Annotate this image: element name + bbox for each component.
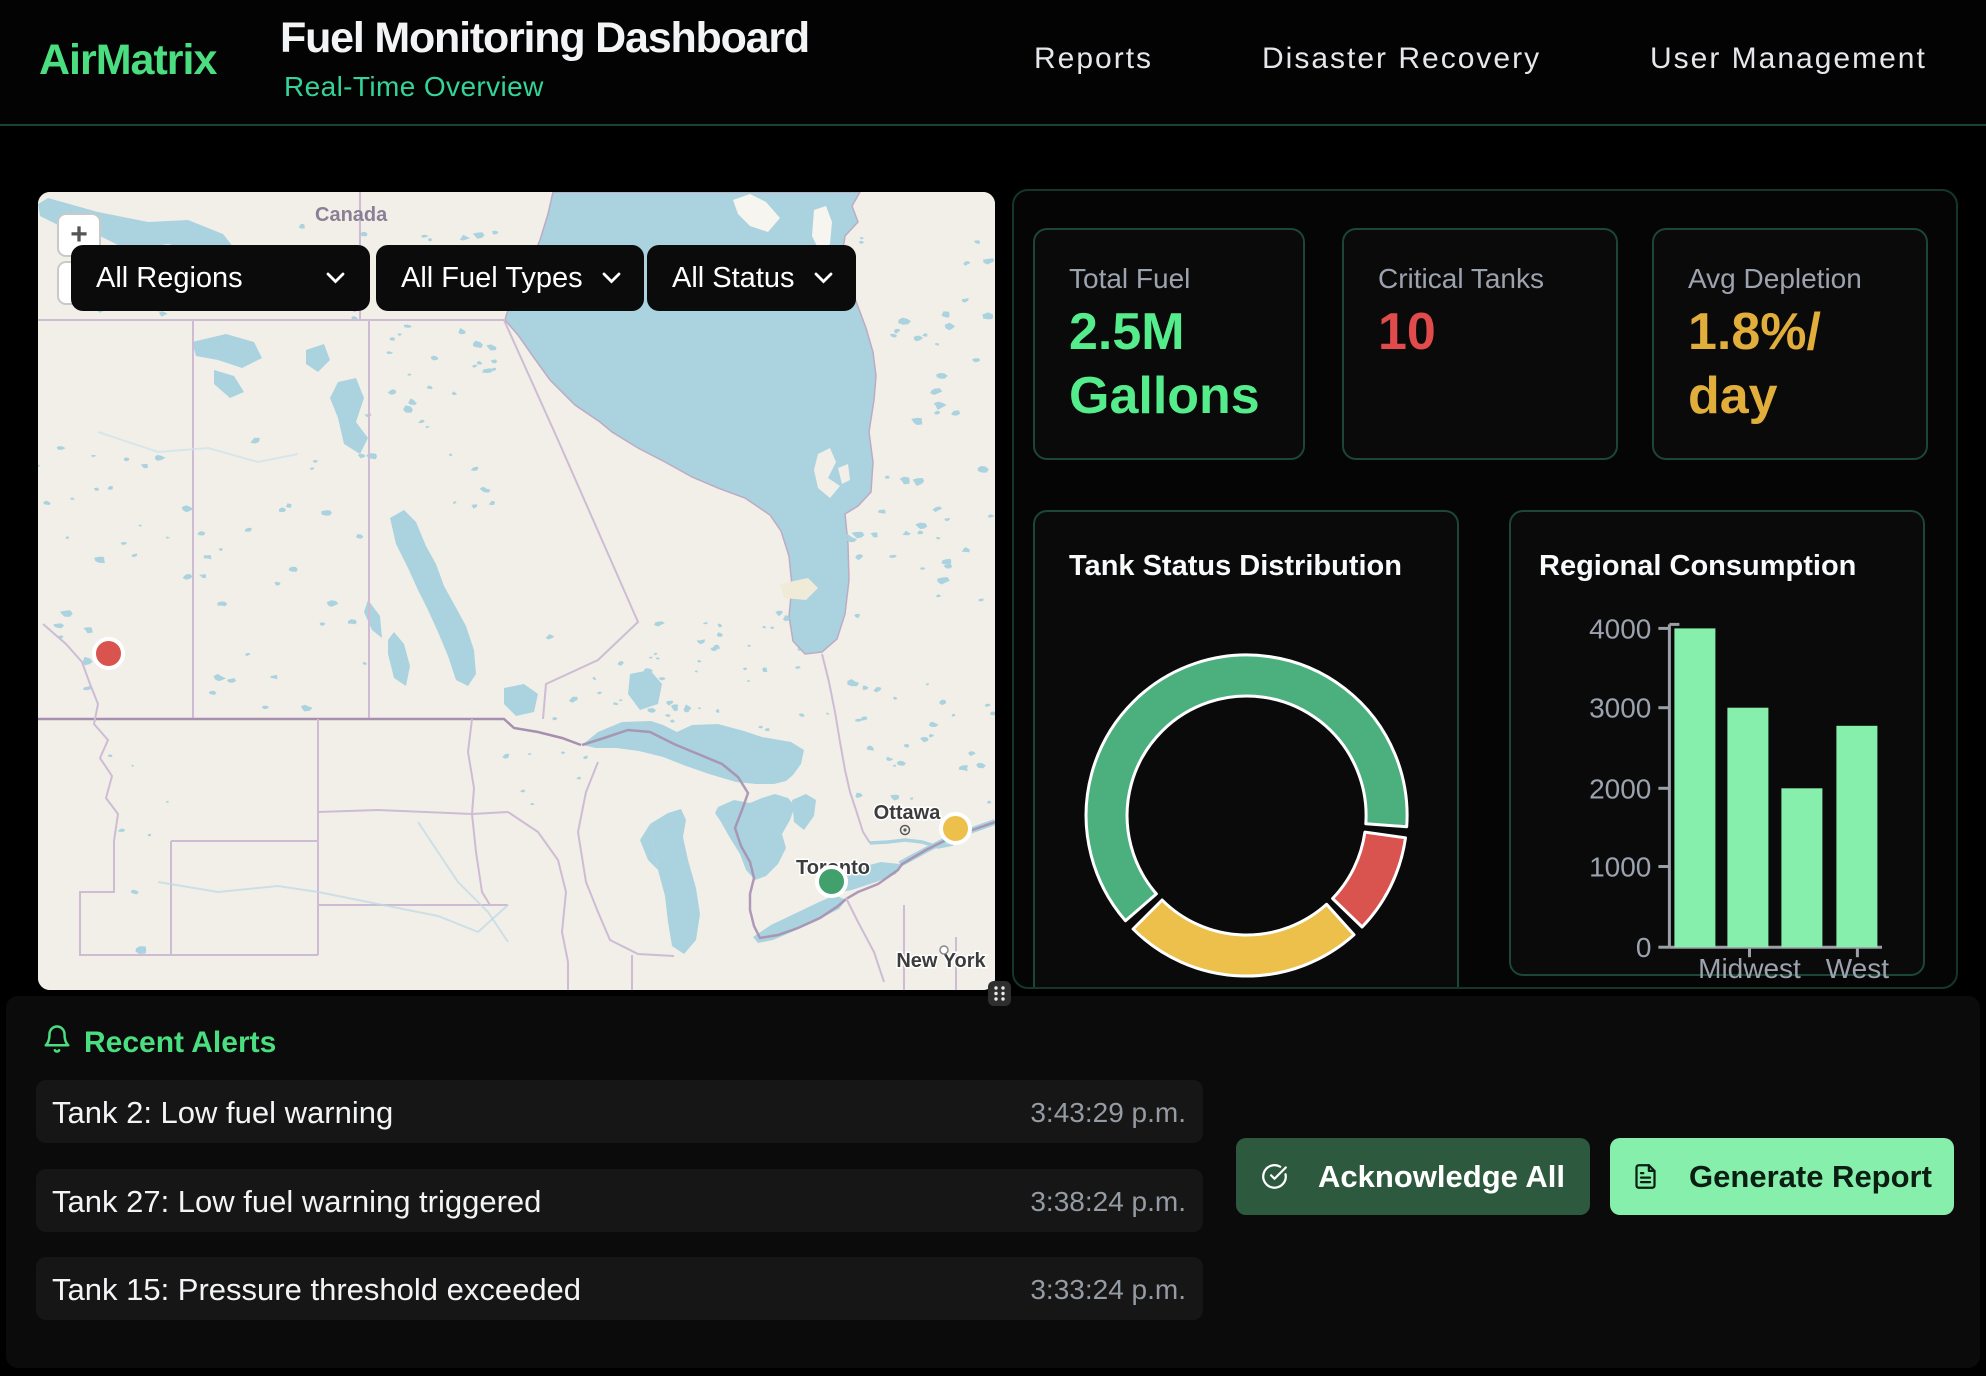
svg-text:2000: 2000 [1589, 773, 1651, 804]
svg-text:1000: 1000 [1589, 852, 1651, 883]
svg-text:3000: 3000 [1589, 693, 1651, 724]
svg-text:Canada: Canada [315, 204, 388, 226]
svg-text:Midwest: Midwest [1698, 953, 1801, 984]
svg-text:0: 0 [1636, 932, 1652, 963]
svg-text:4000: 4000 [1589, 613, 1651, 644]
svg-text:West: West [1826, 953, 1889, 984]
svg-text:Ottawa: Ottawa [874, 802, 942, 824]
